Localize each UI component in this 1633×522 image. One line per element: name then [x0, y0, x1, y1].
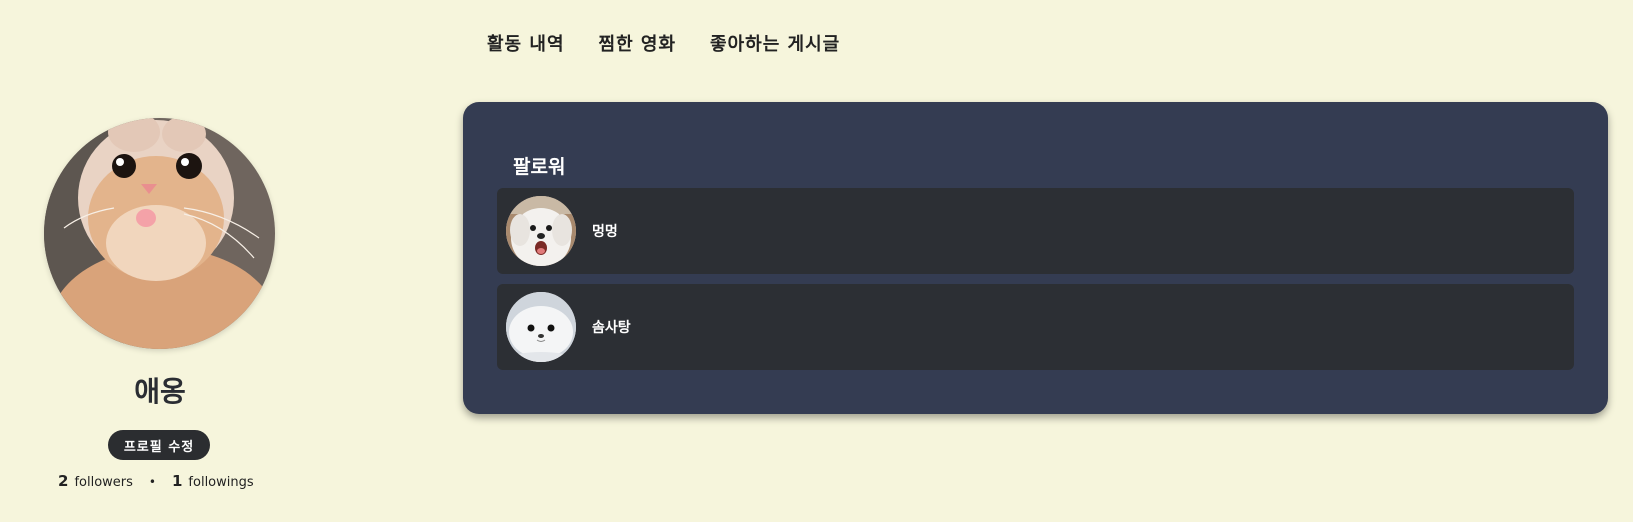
panel-title: 팔로워	[513, 156, 566, 178]
tab-saved-movies[interactable]: 찜한 영화	[599, 30, 677, 56]
tab-liked-posts[interactable]: 좋아하는 게시글	[710, 30, 840, 56]
followers-label[interactable]: followers	[74, 475, 132, 490]
followers-count[interactable]: 2	[58, 472, 68, 490]
followings-count[interactable]: 1	[172, 472, 182, 490]
puppy-avatar[interactable]	[506, 196, 576, 266]
follower-name[interactable]: 솜사탕	[592, 317, 631, 337]
follower-name[interactable]: 멍멍	[592, 221, 618, 241]
stats-separator: •	[148, 475, 156, 489]
seal-avatar[interactable]	[506, 292, 576, 362]
profile-tabs: 활동 내역 찜한 영화 좋아하는 게시글	[487, 30, 840, 56]
cat-avatar	[44, 118, 275, 349]
profile-name: 애옹	[134, 375, 186, 408]
follower-item[interactable]: 솜사탕	[497, 284, 1574, 370]
followers-list: 멍멍 솜사탕	[497, 188, 1574, 380]
followings-label[interactable]: followings	[188, 475, 253, 490]
profile-page: 활동 내역 찜한 영화 좋아하는 게시글 애옹 프로필 수정 2 followe…	[0, 0, 1633, 522]
follower-item[interactable]: 멍멍	[497, 188, 1574, 274]
follow-stats: 2 followers • 1 followings	[58, 472, 254, 490]
tab-activity[interactable]: 활동 내역	[487, 30, 565, 56]
followers-panel: 팔로워 멍멍 솜사탕	[463, 102, 1608, 414]
edit-profile-button[interactable]: 프로필 수정	[108, 430, 210, 460]
